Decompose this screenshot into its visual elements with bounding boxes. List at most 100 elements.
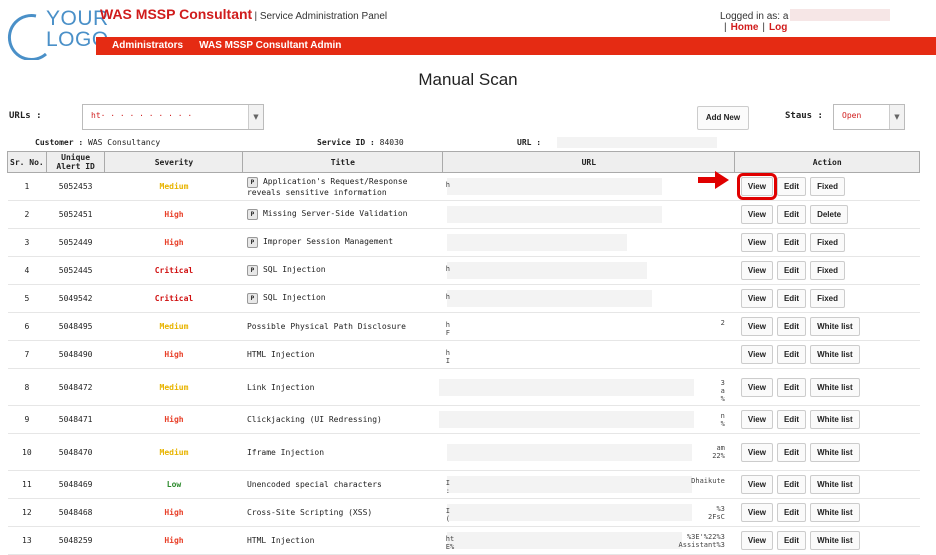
url-cell: h I	[442, 340, 735, 369]
alert-title: HTML Injection	[246, 350, 315, 359]
sr-no: 4	[7, 256, 47, 285]
alert-title: Clickjacking (UI Redressing)	[246, 415, 382, 424]
white-list-button[interactable]: White list	[810, 475, 860, 494]
view-button[interactable]: View	[740, 289, 773, 308]
edit-button[interactable]: Edit	[776, 345, 807, 364]
edit-button[interactable]: Edit	[776, 475, 807, 494]
url-cell: h F 2	[442, 312, 735, 341]
url-fragment-left: ht E%	[445, 535, 455, 551]
view-button[interactable]: View	[740, 205, 773, 224]
logout-link[interactable]: Log	[769, 22, 787, 33]
add-new-button[interactable]: Add New	[697, 106, 749, 130]
edit-button[interactable]: Edit	[776, 261, 807, 280]
alert-title-cell: Possible Physical Path Disclosure	[242, 312, 443, 341]
urls-select[interactable]: ht· · · · · · · · · · ▼	[82, 104, 264, 130]
severity-badge: High	[104, 526, 243, 555]
status-label: Staus :	[785, 111, 823, 121]
fixed-button[interactable]: Fixed	[810, 233, 845, 252]
sr-no: 13	[7, 526, 47, 555]
edit-button[interactable]: Edit	[776, 205, 807, 224]
home-link[interactable]: Home	[731, 22, 759, 33]
alert-id: 5052449	[46, 228, 105, 257]
url-redacted	[446, 178, 662, 195]
alert-id: 5048469	[46, 470, 105, 499]
view-button[interactable]: View	[740, 233, 773, 252]
alert-title-cell: P Missing Server-Side Validation	[242, 200, 443, 229]
p-badge-icon: P	[246, 293, 258, 304]
view-button[interactable]: View	[740, 503, 773, 522]
table-row: 12 5048468 High Cross-Site Scripting (XS…	[7, 498, 920, 527]
severity-badge: Critical	[104, 256, 243, 285]
brand-name: WAS MSSP Consultant	[100, 6, 253, 22]
view-button[interactable]: View	[740, 317, 773, 336]
nav-item-administrators[interactable]: Administrators	[112, 40, 183, 51]
edit-button[interactable]: Edit	[776, 317, 807, 336]
view-button[interactable]: View	[740, 410, 773, 429]
status-select-value: Open	[842, 111, 862, 120]
edit-button[interactable]: Edit	[776, 442, 807, 462]
white-list-button[interactable]: White list	[810, 317, 860, 336]
fixed-button[interactable]: Fixed	[810, 261, 845, 280]
table-row: 2 5052451 High P Missing Server-Side Vali…	[7, 200, 920, 229]
urls-label: URLs :	[9, 111, 42, 121]
sr-no: 8	[7, 368, 47, 406]
edit-button[interactable]: Edit	[776, 531, 807, 550]
white-list-button[interactable]: White list	[810, 503, 860, 522]
nav-item-was-mssp-admin[interactable]: WAS MSSP Consultant Admin	[199, 40, 341, 51]
url-cell	[442, 228, 735, 257]
col-alert-id: Unique Alert ID	[45, 151, 106, 173]
table-row: 1 5052453 Medium P Application's Request/…	[7, 172, 920, 201]
fixed-button[interactable]: Fixed	[810, 177, 845, 196]
white-list-button[interactable]: White list	[810, 377, 860, 397]
white-list-button[interactable]: White list	[810, 410, 860, 429]
view-button[interactable]: View	[740, 442, 773, 462]
alert-id: 5048495	[46, 312, 105, 341]
view-button[interactable]: View	[740, 475, 773, 494]
brand-title: WAS MSSP Consultant | Service Administra…	[100, 6, 387, 22]
white-list-button[interactable]: White list	[810, 531, 860, 550]
action-cell: View Edit White list	[734, 433, 920, 471]
col-sr-no: Sr. No.	[7, 151, 47, 173]
alert-title-cell: Clickjacking (UI Redressing)	[242, 405, 443, 434]
edit-button[interactable]: Edit	[776, 233, 807, 252]
severity-badge: Low	[104, 470, 243, 499]
view-button[interactable]: View	[740, 261, 773, 280]
customer-value: WAS Consultancy	[88, 138, 161, 147]
edit-button[interactable]: Edit	[776, 377, 807, 397]
view-button[interactable]: View	[740, 345, 773, 364]
edit-button[interactable]: Edit	[776, 177, 807, 196]
white-list-button[interactable]: White list	[810, 442, 860, 462]
fixed-button[interactable]: Fixed	[810, 289, 845, 308]
url-fragment-left: h	[445, 265, 450, 273]
p-badge-icon: P	[246, 209, 258, 220]
url-fragment-right: %3 2FsC	[708, 505, 725, 521]
alert-title: SQL Injection	[262, 265, 326, 274]
status-select[interactable]: Open ▼	[833, 104, 905, 130]
delete-button[interactable]: Delete	[810, 205, 849, 224]
edit-button[interactable]: Edit	[776, 410, 807, 429]
alert-id: 5048259	[46, 526, 105, 555]
view-button[interactable]: View	[740, 377, 773, 397]
alert-id: 5052451	[46, 200, 105, 229]
alert-title-cell: P SQL Injection	[242, 256, 443, 285]
sr-no: 2	[7, 200, 47, 229]
p-badge-icon: P	[246, 176, 258, 188]
logo[interactable]: YOUR LOGO	[6, 4, 108, 60]
edit-button[interactable]: Edit	[776, 289, 807, 308]
view-button[interactable]: View	[736, 173, 777, 200]
url-cell	[442, 200, 735, 229]
severity-badge: Medium	[104, 433, 243, 471]
url-label: URL :	[517, 138, 542, 147]
alert-title: Improper Session Management	[262, 237, 394, 246]
severity-badge: High	[104, 200, 243, 229]
brand-subtitle: | Service Administration Panel	[254, 11, 388, 22]
edit-button[interactable]: Edit	[776, 503, 807, 522]
sr-no: 12	[7, 498, 47, 527]
action-cell: View Edit Delete	[734, 200, 920, 229]
white-list-button[interactable]: White list	[810, 345, 860, 364]
url-cell: h	[442, 256, 735, 285]
view-button[interactable]: View	[740, 531, 773, 550]
alert-title: HTML Injection	[246, 536, 315, 545]
sr-no: 7	[7, 340, 47, 369]
alert-title-cell: HTML Injection	[242, 526, 443, 555]
